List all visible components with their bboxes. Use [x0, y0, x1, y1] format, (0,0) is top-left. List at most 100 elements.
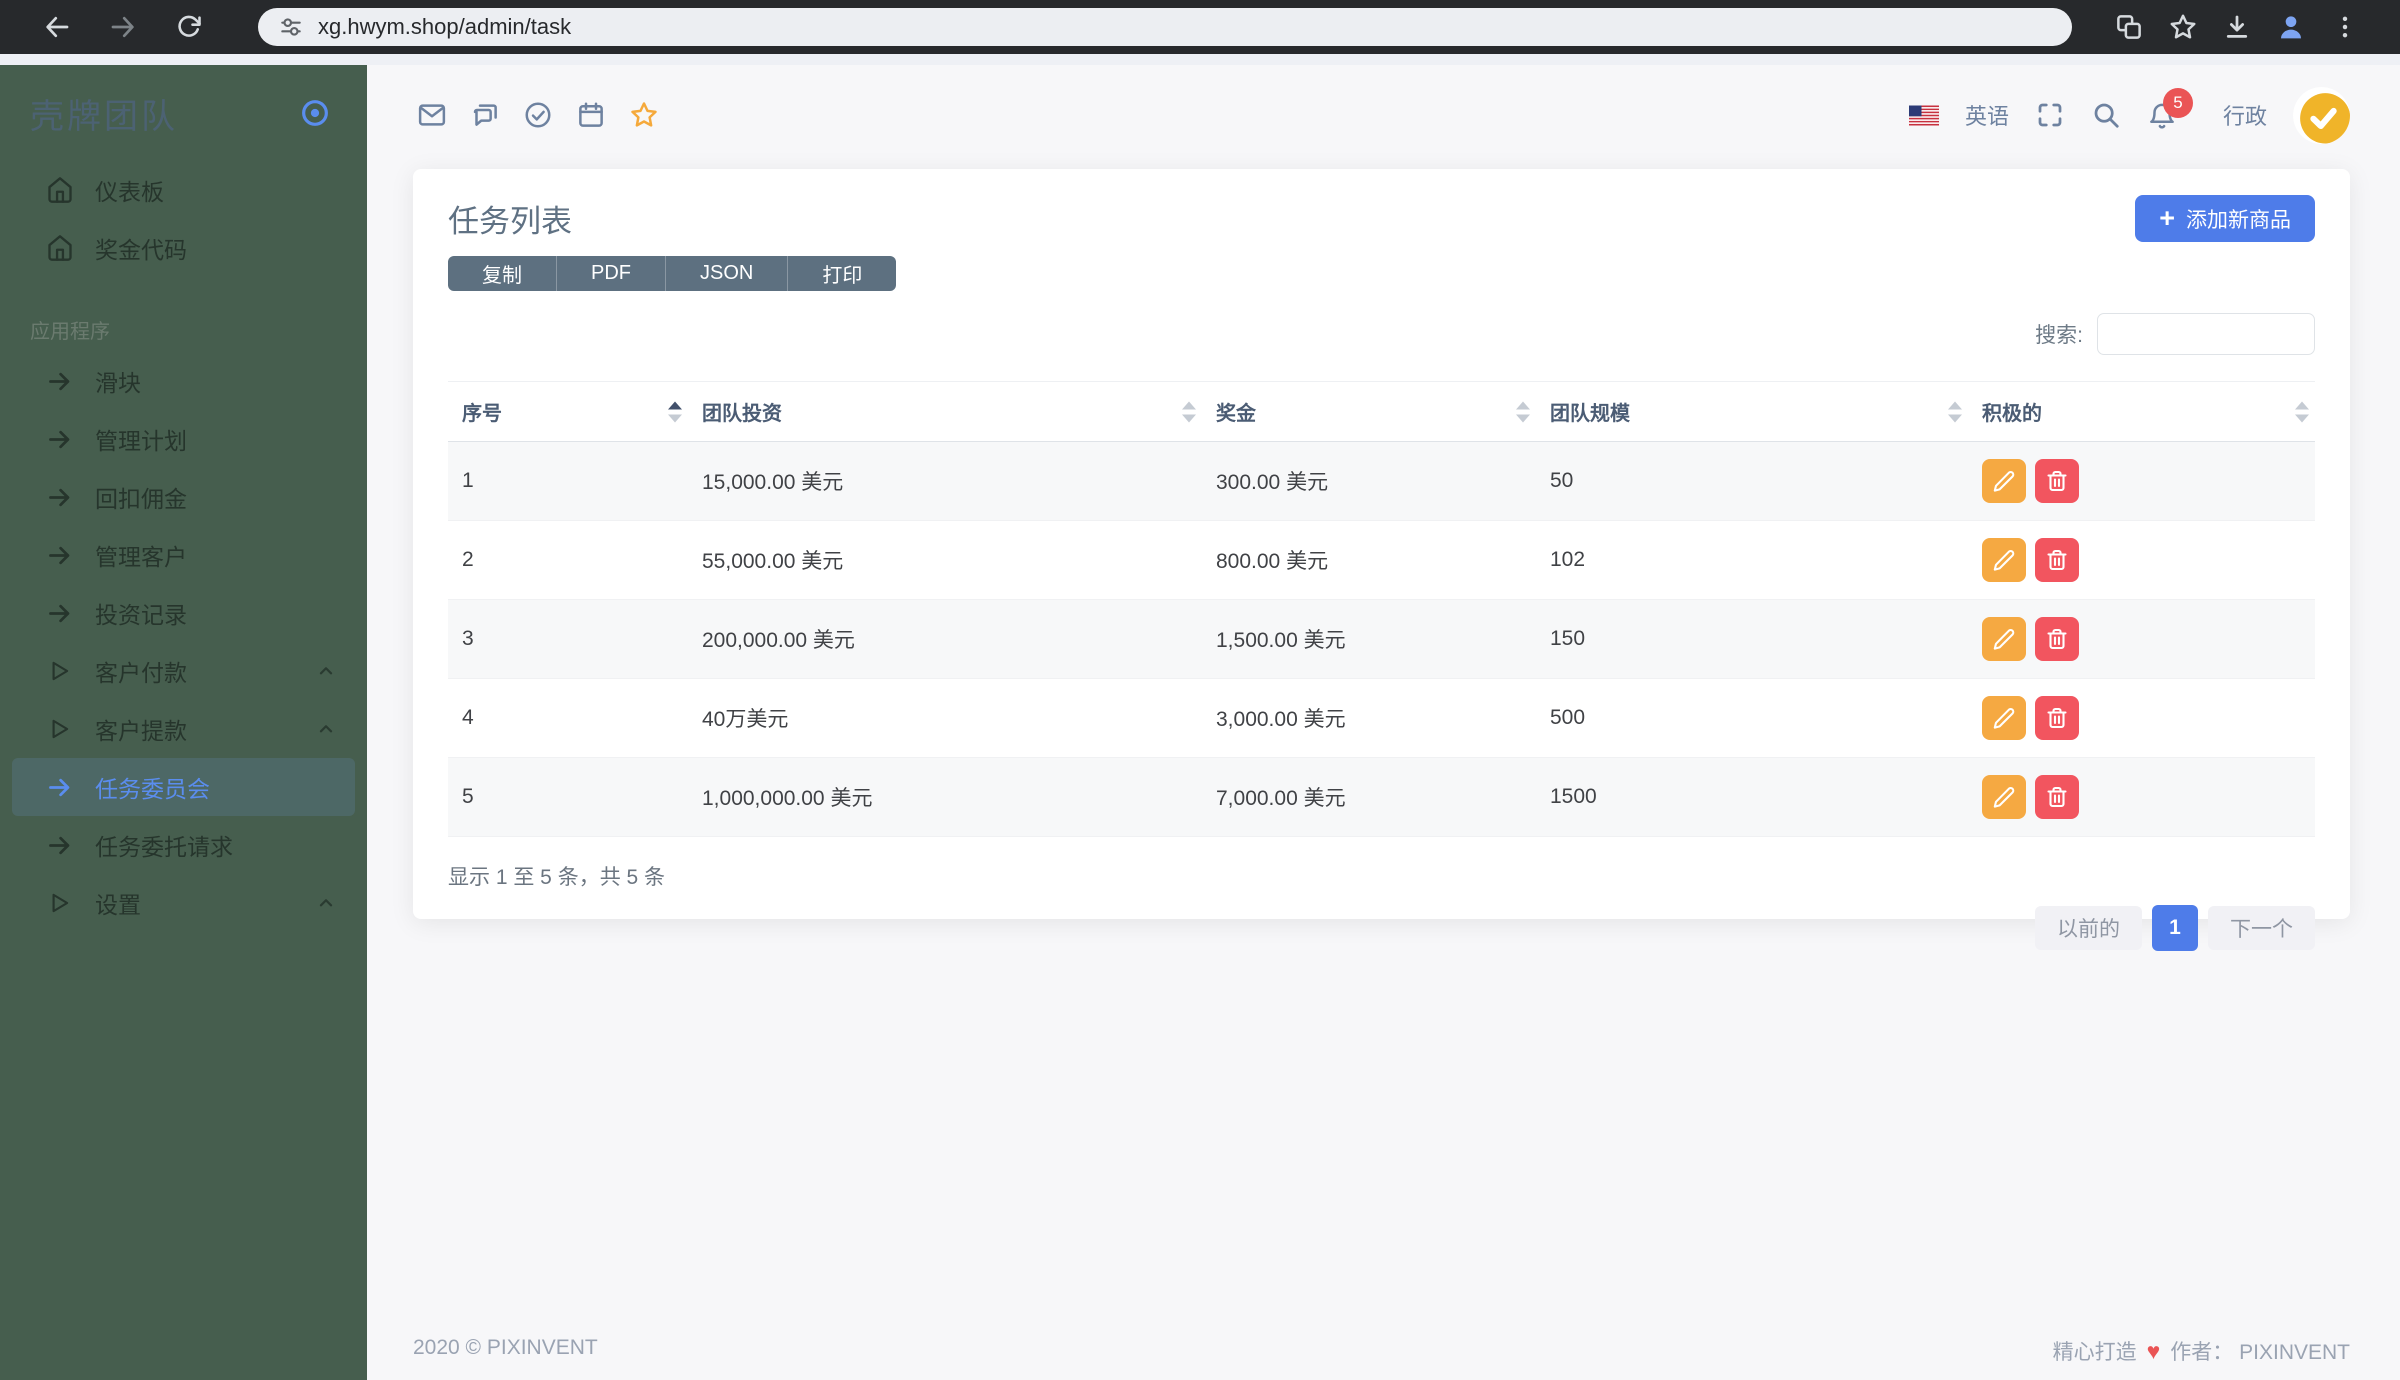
table-row: 1 15,000.00 美元 300.00 美元 50 — [448, 441, 2315, 521]
table-cell: 1500 — [1536, 757, 1968, 837]
site-settings-icon[interactable] — [278, 14, 304, 40]
export-button[interactable]: 复制 — [448, 256, 557, 291]
task-list-card: 任务列表 + 添加新商品 复制 PDF JSON 打印 搜索: 序号 团队投资 奖金 团队规… — [413, 169, 2350, 951]
column-header[interactable]: 序号 — [448, 381, 688, 442]
sidebar-item[interactable]: 客户提款 — [0, 700, 367, 758]
profile-icon[interactable] — [2274, 10, 2308, 44]
translate-icon[interactable] — [2112, 10, 2146, 44]
table-search-input[interactable] — [2097, 313, 2315, 355]
sidebar-item-label: 管理计划 — [95, 428, 187, 454]
star-icon[interactable] — [629, 100, 659, 130]
table-info-text: 显示 1 至 5 条，共 5 条 — [448, 866, 666, 889]
fullscreen-icon[interactable] — [2035, 100, 2065, 130]
search-label: 搜索: — [2035, 324, 2083, 347]
column-header[interactable]: 团队规模 — [1536, 381, 1968, 442]
arrow-icon — [46, 368, 78, 395]
heart-icon: ♥ — [2146, 1337, 2161, 1364]
add-new-product-button[interactable]: + 添加新商品 — [2135, 195, 2315, 242]
browser-reload-icon[interactable] — [172, 10, 206, 44]
download-icon[interactable] — [2220, 10, 2254, 44]
table-cell: 55,000.00 美元 — [688, 520, 1202, 600]
sidebar-item-label: 客户提款 — [95, 718, 187, 744]
table-cell: 7,000.00 美元 — [1202, 757, 1536, 837]
previous-page-button[interactable]: 以前的 — [2035, 906, 2142, 950]
chat-icon[interactable] — [470, 100, 500, 130]
sidebar-toggle-icon[interactable] — [299, 97, 331, 129]
home-icon — [46, 176, 78, 204]
address-bar[interactable]: xg.hwym.shop/admin/task — [258, 8, 2072, 46]
sidebar-item[interactable]: 仪表板 — [0, 161, 367, 219]
table-row: 5 1,000,000.00 美元 7,000.00 美元 1500 — [448, 757, 2315, 837]
arrow-icon — [46, 484, 78, 511]
sidebar-item[interactable]: 滑块 — [0, 352, 367, 410]
edit-button[interactable] — [1982, 538, 2026, 582]
sidebar-item[interactable]: 设置 — [0, 874, 367, 932]
table-cell: 1,500.00 美元 — [1202, 599, 1536, 679]
sidebar-item[interactable]: 管理客户 — [0, 526, 367, 584]
table-cell: 1 — [448, 441, 688, 521]
bookmark-star-icon[interactable] — [2166, 10, 2200, 44]
pencil-icon — [1992, 785, 2016, 809]
row-actions — [1968, 678, 2315, 758]
current-page-button[interactable]: 1 — [2152, 905, 2198, 951]
flag-us-icon[interactable] — [1908, 100, 1939, 130]
column-header[interactable]: 积极的 — [1968, 381, 2315, 442]
browser-menu-icon[interactable] — [2328, 10, 2362, 44]
sidebar-item[interactable]: 任务委托请求 — [0, 816, 367, 874]
notifications-button[interactable]: 5 — [2147, 88, 2193, 130]
edit-button[interactable] — [1982, 696, 2026, 740]
arrow-icon — [46, 542, 78, 569]
search-icon[interactable] — [2091, 100, 2121, 130]
table-cell: 3,000.00 美元 — [1202, 678, 1536, 758]
column-header-label: 团队规模 — [1550, 403, 1630, 425]
chevron-up-icon — [315, 660, 337, 682]
avatar[interactable] — [2293, 86, 2350, 144]
sidebar-item[interactable]: 客户付款 — [0, 642, 367, 700]
language-label[interactable]: 英语 — [1965, 99, 2009, 131]
browser-back-icon[interactable] — [40, 10, 74, 44]
sidebar-item[interactable]: 奖金代码 — [0, 219, 367, 277]
export-button[interactable]: JSON — [666, 256, 789, 291]
edit-button[interactable] — [1982, 775, 2026, 819]
user-role-label: 行政 — [2222, 104, 2267, 129]
column-header[interactable]: 奖金 — [1202, 381, 1536, 442]
delete-button[interactable] — [2035, 459, 2079, 503]
brand-title[interactable]: 壳牌团队 — [30, 89, 178, 138]
delete-button[interactable] — [2035, 696, 2079, 740]
sort-carets-icon — [1948, 401, 1962, 422]
table-cell: 5 — [448, 757, 688, 837]
triangle-icon — [46, 658, 78, 684]
column-header[interactable]: 团队投资 — [688, 381, 1202, 442]
sidebar-item-label: 管理客户 — [95, 544, 187, 570]
edit-button[interactable] — [1982, 459, 2026, 503]
sidebar-item-label: 投资记录 — [95, 602, 187, 628]
mail-icon[interactable] — [417, 100, 447, 130]
main-content: 英语 5 行政 任务列表 + 添加新商品 复制 PDF JSON 打印 搜索: … — [367, 65, 2400, 1380]
check-circle-icon[interactable] — [523, 100, 553, 130]
sidebar-menu: 滑块管理计划回扣佣金管理客户投资记录客户付款客户提款任务委员会任务委托请求 设置 — [0, 352, 367, 932]
pagination: 以前的 1 下一个 — [448, 905, 2315, 951]
sidebar-item[interactable]: 管理计划 — [0, 410, 367, 468]
calendar-icon[interactable] — [576, 100, 606, 130]
edit-button[interactable] — [1982, 617, 2026, 661]
next-page-button[interactable]: 下一个 — [2208, 906, 2315, 950]
table-cell: 500 — [1536, 678, 1968, 758]
browser-forward-icon[interactable] — [106, 10, 140, 44]
sidebar: 壳牌团队 仪表板 奖金代码 应用程序 滑块管理计划回扣佣金管理客户投资记录客户付款… — [0, 65, 367, 1380]
sidebar-item-label: 任务委员会 — [95, 776, 210, 802]
export-button[interactable]: 打印 — [788, 256, 897, 291]
delete-button[interactable] — [2035, 775, 2079, 819]
table-cell: 1,000,000.00 美元 — [688, 757, 1202, 837]
sidebar-item[interactable]: 投资记录 — [0, 584, 367, 642]
table-cell: 40万美元 — [688, 678, 1202, 758]
delete-button[interactable] — [2035, 617, 2079, 661]
sidebar-section-label: 应用程序 — [30, 321, 110, 343]
triangle-icon — [46, 716, 78, 742]
row-actions — [1968, 520, 2315, 600]
notification-badge: 5 — [2162, 88, 2193, 118]
export-button[interactable]: PDF — [557, 256, 666, 291]
author-text: 作者： PIXINVENT — [2170, 1341, 2350, 1364]
sidebar-item[interactable]: 任务委员会 — [12, 758, 355, 816]
delete-button[interactable] — [2035, 538, 2079, 582]
sidebar-item[interactable]: 回扣佣金 — [0, 468, 367, 526]
